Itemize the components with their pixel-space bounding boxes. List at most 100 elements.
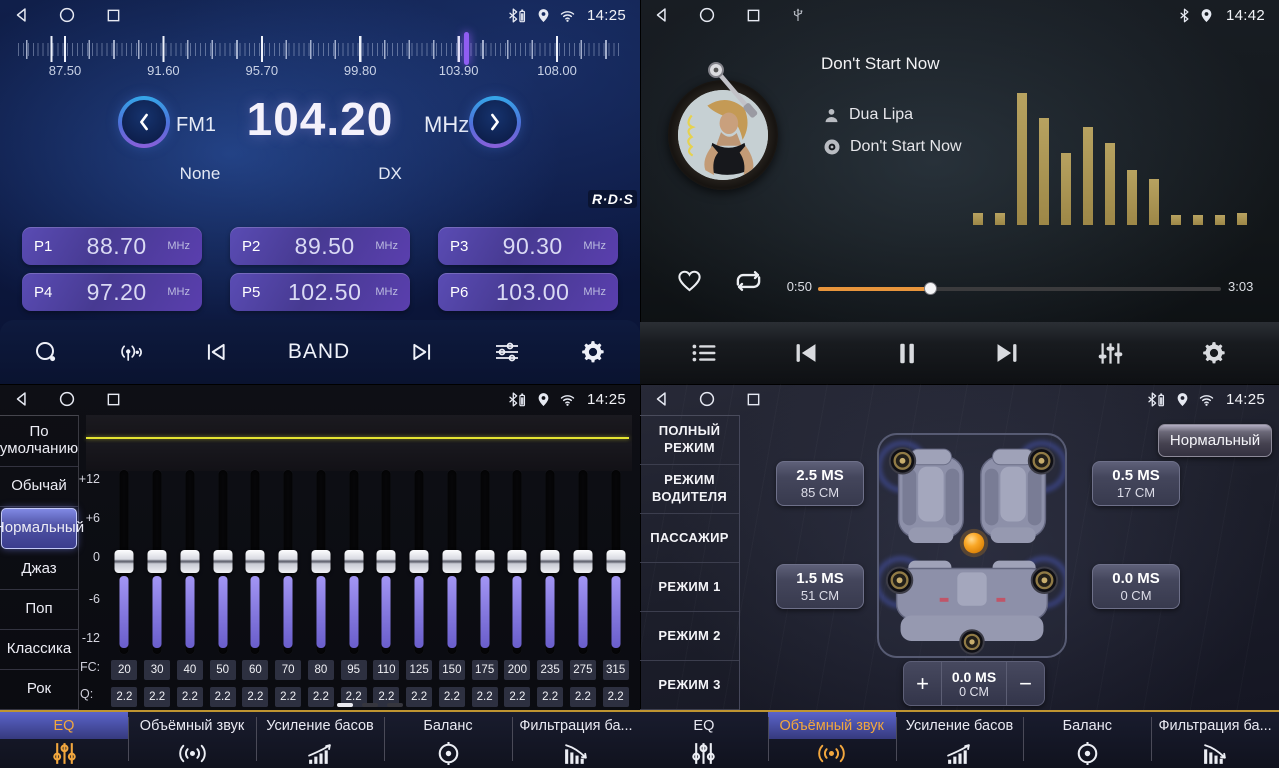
listening-mode-item[interactable]: ПАССАЖИР [640, 514, 739, 563]
preset-label: P1 [34, 238, 66, 255]
eq-slider-handle[interactable] [311, 550, 330, 573]
delay-increase-button[interactable]: + [904, 662, 941, 705]
eq-slider-handle[interactable] [508, 550, 527, 573]
tab-0[interactable]: EQ [640, 712, 768, 768]
recents-icon[interactable] [106, 8, 121, 23]
back-icon[interactable] [14, 7, 28, 23]
previous-track-icon[interactable] [793, 341, 819, 365]
home-icon[interactable] [59, 7, 75, 23]
listener-position-dot[interactable] [964, 533, 985, 554]
eq-slider-handle[interactable] [344, 550, 363, 573]
q-label: Q: [80, 687, 93, 701]
listening-mode-item[interactable]: РЕЖИМ 3 [640, 661, 739, 710]
eq-preset-item[interactable]: Поп [0, 590, 78, 630]
delay-decrease-button[interactable]: − [1007, 662, 1044, 705]
delay-ms: 0.0 MS [1112, 570, 1160, 587]
preset-P3-button[interactable]: P3 90.30 MHz [438, 227, 618, 265]
listening-mode-item[interactable]: РЕЖИМ 1 [640, 563, 739, 612]
eq-slider-handle[interactable] [541, 550, 560, 573]
eq-slider-handle[interactable] [180, 550, 199, 573]
delay-badge-rear-left[interactable]: 1.5 MS 51 CM [776, 564, 864, 609]
eq-slider-handle[interactable] [606, 550, 625, 573]
eq-preset-item[interactable]: По умолчанию [0, 416, 78, 467]
playlist-icon[interactable] [692, 343, 716, 363]
band-button[interactable]: BAND [288, 340, 350, 364]
eq-slider-handle[interactable] [279, 550, 298, 573]
eq-slider-handle[interactable] [213, 550, 232, 573]
settings-icon[interactable] [580, 339, 606, 365]
delay-badge-front-right[interactable]: 0.5 MS 17 CM [1092, 461, 1180, 506]
tab-2[interactable]: Усиление басов [256, 712, 384, 768]
settings-icon[interactable] [1201, 340, 1227, 366]
listening-mode-item[interactable]: ПОЛНЫЙ РЕЖИМ [640, 416, 739, 465]
tune-up-button[interactable] [469, 96, 521, 148]
band-label: FM1 [176, 114, 216, 137]
next-station-icon[interactable] [410, 341, 434, 363]
sound-preset-button[interactable]: Нормальный [1158, 424, 1272, 457]
broadcast-icon[interactable] [118, 342, 144, 362]
listening-mode-item[interactable]: РЕЖИМ ВОДИТЕЛЯ [640, 465, 739, 514]
mixer-icon[interactable] [1097, 341, 1124, 366]
eq-preset-item[interactable]: Джаз [0, 550, 78, 590]
progress-thumb[interactable] [924, 282, 937, 295]
preset-P5-button[interactable]: P5 102.50 MHz [230, 273, 410, 311]
delay-badge-front-left[interactable]: 2.5 MS 85 CM [776, 461, 864, 506]
tab-2[interactable]: Усиление басов [896, 712, 1024, 768]
back-icon[interactable] [654, 391, 668, 407]
back-icon[interactable] [14, 391, 28, 407]
tab-3[interactable]: Баланс [384, 712, 512, 768]
eq-preset-item[interactable]: Нормальный [1, 508, 77, 549]
chevron-right-icon [488, 111, 502, 133]
tab-label: Объёмный звук [128, 712, 256, 739]
tab-0[interactable]: EQ [0, 712, 128, 768]
eq-slider-handle[interactable] [148, 550, 167, 573]
favorite-icon[interactable] [676, 268, 703, 293]
preset-P1-button[interactable]: P1 88.70 MHz [22, 227, 202, 265]
eq-band: 80 2.2 [305, 470, 338, 708]
eq-slider-handle[interactable] [573, 550, 592, 573]
eq-slider-handle[interactable] [442, 550, 461, 573]
eq-preset-item[interactable]: Рок [0, 670, 78, 710]
progress-track[interactable] [818, 287, 1221, 291]
repeat-icon[interactable] [732, 268, 765, 294]
tune-down-button[interactable] [118, 96, 170, 148]
eq-slider-handle[interactable] [377, 550, 396, 573]
eq-slider-handle[interactable] [246, 550, 265, 573]
delay-badge-rear-right[interactable]: 0.0 MS 0 CM [1092, 564, 1180, 609]
bluetooth-icon [1179, 8, 1190, 23]
dial-freq-label: 87.50 [49, 63, 82, 78]
tab-3[interactable]: Баланс [1023, 712, 1151, 768]
tab-label: Фильтрация ба... [512, 712, 640, 739]
tab-1[interactable]: Объёмный звук [768, 712, 896, 768]
home-icon[interactable] [699, 7, 715, 23]
home-icon[interactable] [59, 391, 75, 407]
frequency-dial[interactable] [18, 36, 622, 62]
preset-P4-button[interactable]: P4 97.20 MHz [22, 273, 202, 311]
eq-preset-item[interactable]: Классика [0, 630, 78, 670]
chevron-left-icon [137, 111, 151, 133]
next-track-icon[interactable] [994, 341, 1020, 365]
tune-sliders-icon[interactable] [494, 341, 520, 363]
back-icon[interactable] [654, 7, 668, 23]
eq-slider-handle[interactable] [410, 550, 429, 573]
eq-slider-handle[interactable] [475, 550, 494, 573]
preset-P6-button[interactable]: P6 103.00 MHz [438, 273, 618, 311]
car-seat-map[interactable] [877, 433, 1067, 658]
recents-icon[interactable] [746, 392, 761, 407]
preset-P2-button[interactable]: P2 89.50 MHz [230, 227, 410, 265]
band-fc-value: 50 [210, 660, 236, 680]
eq-slider-handle[interactable] [115, 550, 134, 573]
tab-1[interactable]: Объёмный звук [128, 712, 256, 768]
tab-4[interactable]: Фильтрация ба... [512, 712, 640, 768]
tab-4[interactable]: Фильтрация ба... [1151, 712, 1279, 768]
recents-icon[interactable] [106, 392, 121, 407]
listening-mode-item[interactable]: РЕЖИМ 2 [640, 612, 739, 661]
home-icon[interactable] [699, 391, 715, 407]
pause-icon[interactable] [896, 341, 918, 366]
eq-preset-item[interactable]: Обычай [0, 467, 78, 507]
previous-station-icon[interactable] [204, 341, 228, 363]
dial-indicator[interactable] [464, 32, 469, 65]
scan-icon[interactable] [34, 341, 58, 363]
recents-icon[interactable] [746, 8, 761, 23]
preset-list: P1 88.70 MHz P2 89.50 MHz P3 90.30 MHz P… [0, 227, 640, 319]
